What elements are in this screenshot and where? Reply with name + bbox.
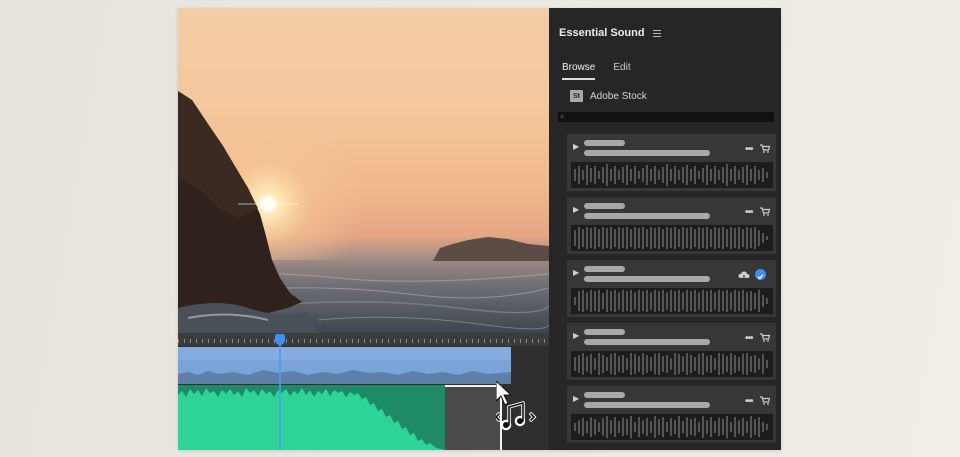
- track-title-placeholder: [584, 392, 625, 398]
- cart-icon[interactable]: [760, 333, 770, 342]
- adobe-stock-source[interactable]: St Adobe Stock: [570, 90, 647, 102]
- play-icon[interactable]: ▶: [573, 205, 579, 214]
- panel-header: Essential Sound: [559, 27, 661, 39]
- source-label: Adobe Stock: [590, 90, 647, 102]
- search-icon: ⌕: [560, 112, 565, 121]
- tab-edit[interactable]: Edit: [613, 62, 630, 80]
- track-list: ▶ ••• ▶ ••• ▶ ▶ ••• ▶ •••: [567, 134, 777, 449]
- play-icon[interactable]: ▶: [573, 394, 579, 403]
- play-icon[interactable]: ▶: [573, 142, 579, 151]
- track-waveform: [571, 288, 773, 314]
- play-icon[interactable]: ▶: [573, 268, 579, 277]
- cart-icon[interactable]: [760, 207, 770, 216]
- more-icon[interactable]: •••: [745, 144, 753, 155]
- audio-clip[interactable]: [178, 385, 445, 450]
- track-title-placeholder: [584, 329, 625, 335]
- track-meta-placeholder: [584, 276, 710, 282]
- panel-title: Essential Sound: [559, 27, 645, 39]
- video-clip[interactable]: [178, 347, 511, 384]
- video-clip-header: [178, 347, 511, 360]
- app-frame: Essential Sound Browse Edit St Adobe Sto…: [178, 8, 781, 450]
- track-card[interactable]: ▶ •••: [567, 197, 776, 254]
- drag-music-cursor-icon: [496, 381, 537, 431]
- track-meta-placeholder: [584, 402, 710, 408]
- track-title-placeholder: [584, 203, 625, 209]
- sunset-video-frame: [178, 8, 549, 333]
- track-card[interactable]: ▶ •••: [567, 386, 776, 443]
- track-card[interactable]: ▶ •••: [567, 323, 776, 380]
- more-icon[interactable]: •••: [745, 396, 753, 407]
- video-clip-waveform: [178, 370, 511, 384]
- search-input[interactable]: ⌕: [558, 112, 774, 122]
- more-icon[interactable]: •••: [745, 333, 753, 344]
- track-title-placeholder: [584, 140, 625, 146]
- tab-browse[interactable]: Browse: [562, 62, 596, 80]
- track-card[interactable]: ▶ •••: [567, 134, 776, 191]
- playhead-handle[interactable]: [275, 334, 285, 345]
- track-card-licensed[interactable]: ▶: [567, 260, 776, 317]
- play-icon[interactable]: ▶: [573, 331, 579, 340]
- panel-tabs: Browse Edit: [562, 62, 631, 80]
- track-meta-placeholder: [584, 150, 710, 156]
- cart-icon[interactable]: [760, 144, 770, 153]
- cloud-download-icon[interactable]: [738, 271, 750, 281]
- track-waveform: [571, 414, 773, 440]
- track-meta-placeholder: [584, 339, 710, 345]
- hamburger-menu-icon[interactable]: [652, 29, 661, 37]
- drop-target[interactable]: [445, 385, 502, 450]
- track-waveform: [571, 225, 773, 251]
- time-ruler[interactable]: [178, 333, 549, 346]
- program-monitor: [178, 8, 549, 333]
- track-waveform: [571, 162, 773, 188]
- track-meta-placeholder: [584, 213, 710, 219]
- more-icon[interactable]: •••: [745, 207, 753, 218]
- check-circle-icon: [755, 269, 766, 280]
- cart-icon[interactable]: [760, 396, 770, 405]
- essential-sound-panel: Essential Sound Browse Edit St Adobe Sto…: [549, 8, 781, 450]
- audio-clip-waveform: [178, 385, 445, 450]
- timeline[interactable]: [178, 333, 549, 450]
- playhead-line: [279, 345, 281, 450]
- adobe-stock-icon: St: [570, 90, 583, 102]
- track-title-placeholder: [584, 266, 625, 272]
- track-waveform: [571, 351, 773, 377]
